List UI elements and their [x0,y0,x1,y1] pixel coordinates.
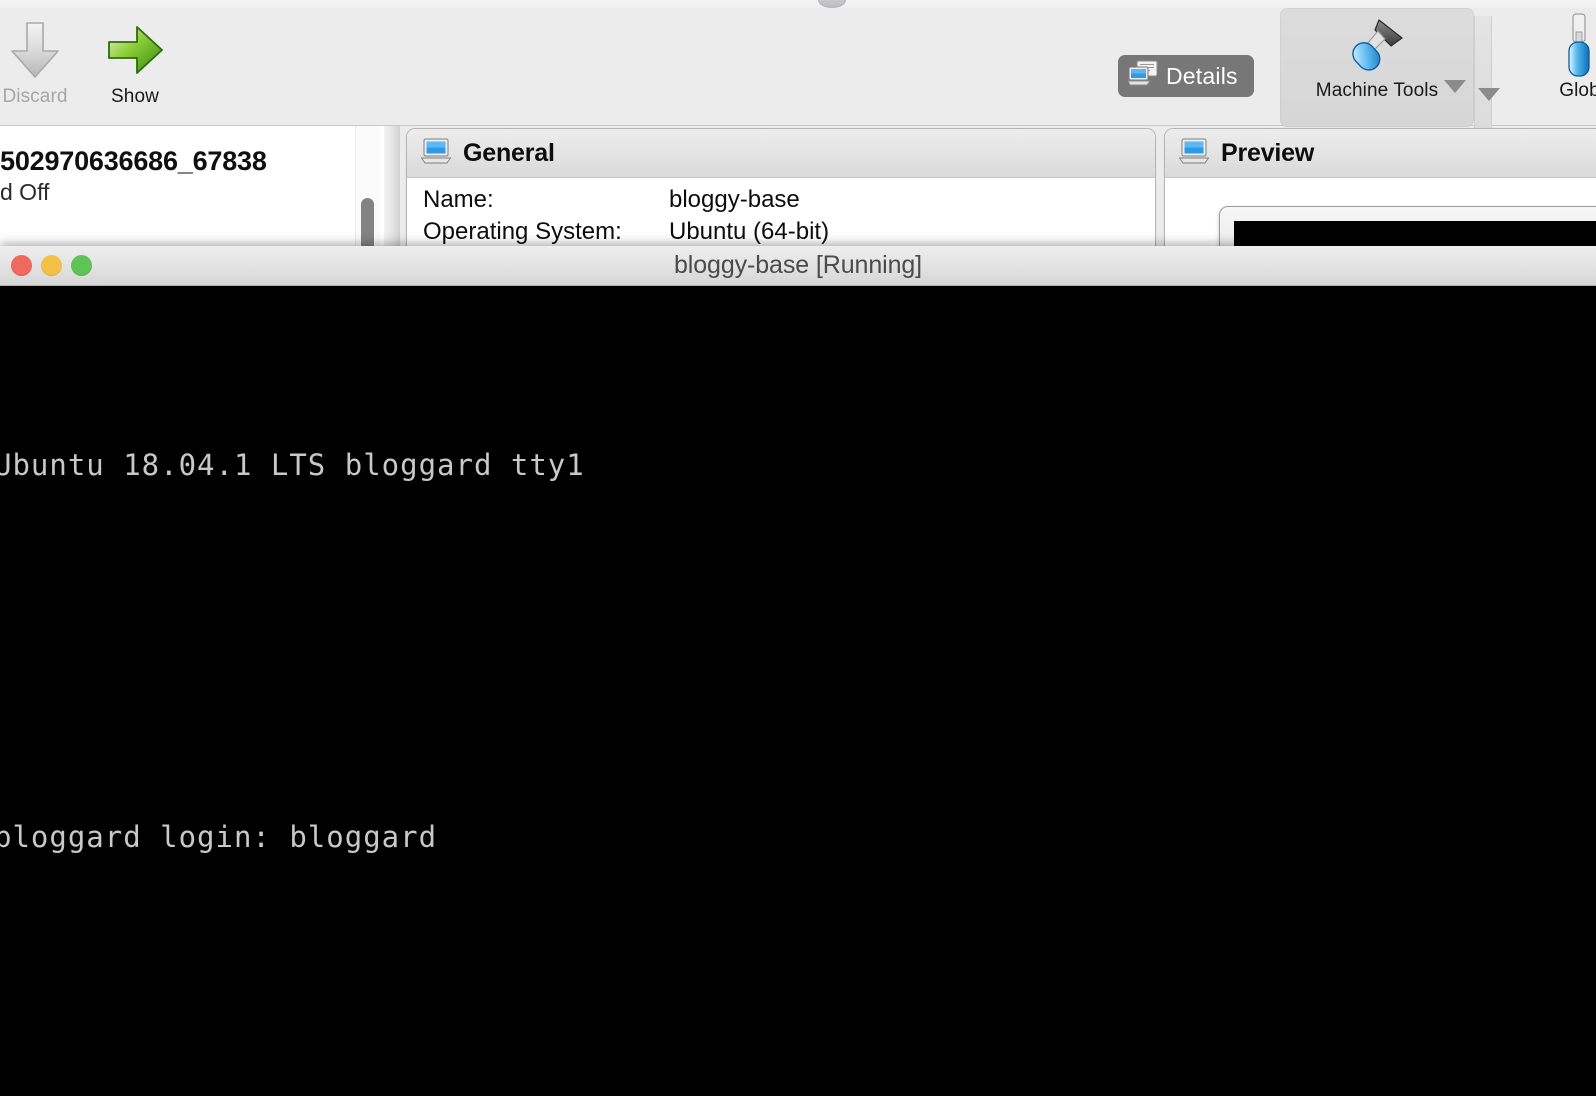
preview-section-header[interactable]: Preview [1165,129,1596,178]
manager-toolbar: Discard Show Details Machine Tools Glob [0,8,1596,133]
discard-button-label: Discard [2,86,68,107]
monitor-icon [420,138,452,169]
vm-console-titlebar[interactable]: bloggy-base [Running] [0,246,1596,286]
zoom-button[interactable] [71,255,92,276]
show-button[interactable]: Show [70,8,200,125]
screen-root: Discard Show Details Machine Tools Glob … [0,0,1596,1096]
vm-list-pane[interactable]: 502970636686_67838 d Off [0,126,387,260]
hammer-icon [1345,12,1409,76]
minimize-button[interactable] [41,255,62,276]
detail-key: Name: [423,186,494,213]
discard-down-arrow-icon [3,18,67,82]
terminal-line: Ubuntu 18.04.1 LTS bloggard tty1 [0,448,585,482]
details-monitor-icon [1127,60,1158,93]
vm-console-title: bloggy-base [Running] [673,251,923,279]
vm-console-screen[interactable]: Ubuntu 18.04.1 LTS bloggard tty1 bloggar… [0,286,1596,1096]
terminal-output: Ubuntu 18.04.1 LTS bloggard tty1 bloggar… [0,310,585,992]
toolbar-icon-clipped [818,0,846,8]
detail-value: bloggy-base [669,186,800,213]
general-section-title: General [463,138,555,167]
window-chrome-sliver [0,0,1596,8]
vm-state: d Off [0,179,50,205]
show-right-arrow-icon [103,18,167,82]
detail-row-name: Name: bloggy-base [423,186,1155,218]
list-item[interactable]: 502970636686_67838 d Off [0,140,386,212]
close-button[interactable] [11,255,32,276]
virtualbox-manager-window: Discard Show Details Machine Tools Glob … [0,0,1596,260]
vm-name: 502970636686_67838 [0,146,267,176]
details-button-label: Details [1166,62,1238,89]
detail-key: Operating System: [423,218,622,245]
general-section-body: Name: bloggy-base Operating System: Ubun… [407,178,1155,250]
pane-divider[interactable] [384,126,400,260]
global-tools-button-label: Global [1559,80,1596,101]
machine-tools-chevron-down-icon[interactable] [1444,80,1466,93]
machine-tools-button[interactable]: Machine Tools [1280,8,1474,127]
terminal-line: bloggard login: bloggard [0,820,438,854]
monitor-icon [1178,138,1210,169]
preview-section-title: Preview [1221,138,1315,167]
show-button-label: Show [111,86,159,107]
screwdriver-file-icon [1555,12,1596,77]
machine-tools-button-label: Machine Tools [1315,80,1439,101]
general-details-section: General Name: bloggy-base Operating Syst… [406,128,1156,260]
general-section-header[interactable]: General [407,129,1155,178]
preview-details-section: Preview [1164,128,1596,260]
global-tools-button[interactable]: Global [1490,8,1596,127]
window-controls [11,246,92,285]
details-button[interactable]: Details [1118,55,1254,97]
vm-list-scrollbar[interactable] [355,126,380,260]
vm-console-window: bloggy-base [Running] Ubuntu 18.04.1 LTS… [0,246,1596,1096]
detail-value: Ubuntu (64-bit) [669,218,830,245]
